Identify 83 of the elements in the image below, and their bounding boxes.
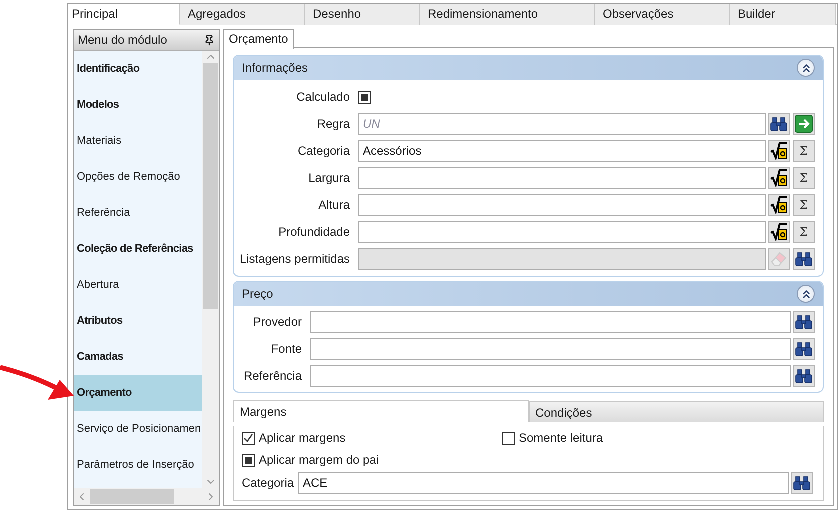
sidebar-item[interactable]: Serviço de Posicionamen xyxy=(74,411,202,447)
text-field[interactable] xyxy=(310,365,791,387)
tab[interactable]: Builder xyxy=(730,4,836,25)
tab[interactable]: Agregados xyxy=(180,4,305,25)
group-title: Informações xyxy=(242,61,308,75)
sidebar-item[interactable]: Materiais xyxy=(74,123,202,159)
checkbox[interactable] xyxy=(358,90,371,104)
text-field[interactable] xyxy=(358,167,766,189)
text-field[interactable]: Acessórios xyxy=(358,140,766,162)
text-field[interactable]: UN xyxy=(358,113,766,135)
sidebar-item[interactable]: Modelos xyxy=(74,87,202,123)
checkbox[interactable] xyxy=(242,432,255,444)
formula-button[interactable] xyxy=(768,140,790,162)
checkbox[interactable] xyxy=(242,454,255,466)
text-field[interactable] xyxy=(310,338,791,360)
sum-button[interactable]: Σ xyxy=(793,194,815,216)
sidebar-item[interactable]: Opções de Remoção xyxy=(74,159,202,195)
group-title: Preço xyxy=(242,287,274,301)
text-field[interactable] xyxy=(310,311,791,333)
sidebar-item[interactable]: Camadas xyxy=(74,339,202,375)
sidebar-item[interactable]: Coleção de Referências xyxy=(74,231,202,267)
square-root-icon xyxy=(770,142,788,160)
tab[interactable]: Margens xyxy=(233,400,528,422)
formula-button[interactable] xyxy=(768,194,790,216)
field-label: Listagens permitidas xyxy=(238,252,350,266)
tab[interactable]: Principal xyxy=(68,4,180,25)
horizontal-scrollbar[interactable] xyxy=(74,488,219,505)
search-button[interactable] xyxy=(768,113,790,135)
field-label: Fonte xyxy=(270,342,302,356)
sidebar-item[interactable]: Parâmetros de Inserção xyxy=(74,447,202,483)
collapse-button[interactable] xyxy=(797,59,815,77)
sidebar-item[interactable]: Atributos xyxy=(74,303,202,339)
vertical-scrollbar[interactable] xyxy=(202,51,219,488)
checkbox-label: Aplicar margens xyxy=(259,431,346,445)
text-field[interactable] xyxy=(358,221,766,243)
tab[interactable]: Condições xyxy=(528,401,824,422)
field-label: Calculado xyxy=(296,90,350,104)
sum-button[interactable]: Σ xyxy=(793,221,815,243)
field-label: Profundidade xyxy=(278,225,350,239)
text-field[interactable] xyxy=(358,194,766,216)
field-label: Referência xyxy=(242,369,302,383)
binoculars-icon xyxy=(795,252,813,266)
tab[interactable]: Observações xyxy=(595,4,730,25)
sum-button[interactable]: Σ xyxy=(793,140,815,162)
field-label: Provedor xyxy=(252,315,302,329)
formula-button[interactable] xyxy=(768,167,790,189)
tab[interactable]: Desenho xyxy=(305,4,420,25)
scrollbar-thumb[interactable] xyxy=(90,489,174,504)
tab[interactable]: Redimensionamento xyxy=(420,4,595,25)
tab[interactable]: Orçamento xyxy=(223,29,294,49)
binoculars-icon xyxy=(795,368,813,384)
search-button[interactable] xyxy=(793,248,815,270)
field-label: Altura xyxy=(318,198,350,212)
square-root-icon xyxy=(770,169,788,187)
checkbox-label: Aplicar margem do pai xyxy=(259,453,380,467)
collapse-button[interactable] xyxy=(797,285,815,303)
sidebar-item[interactable]: Abertura xyxy=(74,267,202,303)
binoculars-icon xyxy=(770,116,788,132)
formula-button[interactable] xyxy=(768,221,790,243)
pin-icon[interactable] xyxy=(204,34,215,46)
search-button[interactable] xyxy=(793,311,815,333)
checkbox[interactable] xyxy=(502,432,515,444)
field-label: Categoria xyxy=(296,144,350,158)
checkbox-label: Somente leitura xyxy=(519,431,604,445)
sidebar-item[interactable]: Identificação xyxy=(74,51,202,87)
binoculars-icon xyxy=(795,342,813,356)
sum-button[interactable]: Σ xyxy=(793,167,815,189)
square-root-icon xyxy=(770,223,788,241)
binoculars-icon xyxy=(793,476,811,490)
search-button[interactable] xyxy=(793,338,815,360)
search-button[interactable] xyxy=(791,472,813,494)
search-button[interactable] xyxy=(793,365,815,387)
text-field[interactable]: ACE xyxy=(298,472,789,494)
sidebar-item[interactable]: Orçamento xyxy=(74,375,202,411)
scrollbar-thumb[interactable] xyxy=(203,63,218,309)
sidebar-item[interactable]: Referência xyxy=(74,195,202,231)
sidebar-title: Menu do módulo xyxy=(78,33,168,47)
field-label: Regra xyxy=(316,117,350,131)
binoculars-icon xyxy=(795,314,813,330)
field-label: Largura xyxy=(308,171,350,185)
eraser-icon xyxy=(770,251,788,267)
square-root-icon xyxy=(770,196,788,214)
apply-button[interactable] xyxy=(793,113,815,135)
